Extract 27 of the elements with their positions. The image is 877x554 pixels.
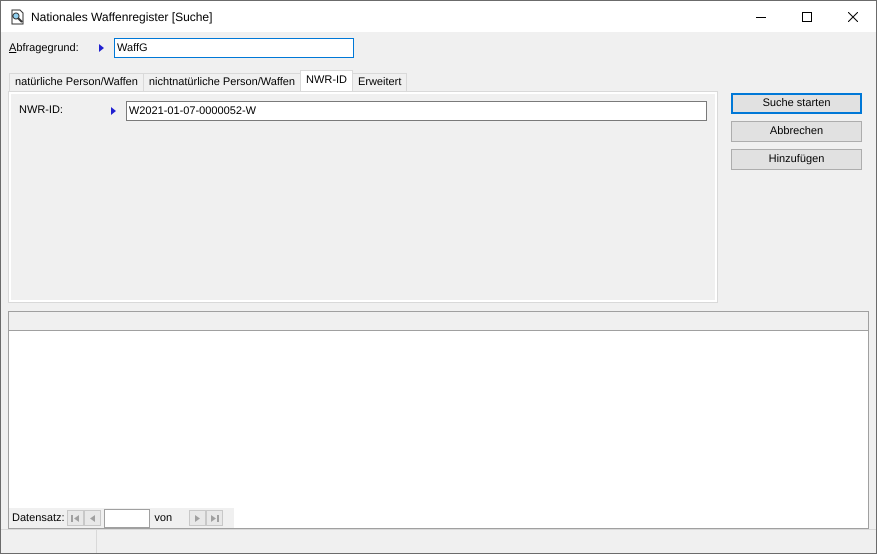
- search-document-icon: [9, 8, 25, 24]
- previous-record-icon: [88, 514, 98, 523]
- field-label: NWR-ID:: [19, 103, 64, 118]
- tab[interactable]: Erweitert: [352, 72, 408, 91]
- previous-record-button[interactable]: [84, 510, 102, 526]
- first-record-icon: [71, 514, 80, 523]
- query-field[interactable]: WaffG: [114, 38, 354, 58]
- close-icon: [848, 12, 858, 22]
- window-title: Nationales Waffenregister [Suche]: [31, 8, 212, 26]
- navigator-label: Datensatz:: [12, 511, 65, 526]
- first-record-button[interactable]: [67, 510, 84, 526]
- navigator-label: von: [154, 511, 172, 526]
- pointer-icon: [110, 106, 116, 115]
- tab[interactable]: natürliche Person/Waffen: [9, 72, 144, 91]
- tab[interactable]: NWR-ID: [300, 70, 353, 91]
- last-record-button[interactable]: [206, 510, 223, 526]
- next-record-icon: [192, 514, 202, 523]
- action-button[interactable]: Hinzufügen: [731, 148, 862, 170]
- action-button[interactable]: Abbrechen: [731, 120, 862, 142]
- action-button[interactable]: Suche starten: [731, 92, 862, 114]
- record-field[interactable]: [104, 508, 150, 528]
- maximize-icon: [802, 12, 812, 22]
- last-record-icon: [210, 514, 219, 523]
- id-field[interactable]: W2021-01-07-0000052-W: [126, 100, 707, 121]
- pointer-icon: [99, 44, 104, 52]
- next-record-button[interactable]: [188, 510, 206, 526]
- field-label: Abfragegrund:: [9, 40, 80, 56]
